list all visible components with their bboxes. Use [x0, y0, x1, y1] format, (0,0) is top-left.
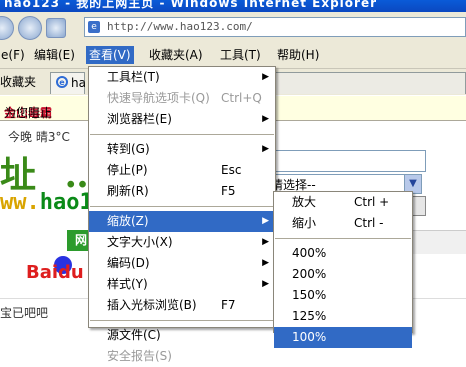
view-menu-item-label: 编码(D)	[107, 256, 150, 270]
logo-name: hao1	[39, 190, 93, 215]
view-menu-item-label: 停止(P)	[107, 163, 148, 177]
logo-prefix: ww.	[0, 190, 40, 215]
zoom-menu-item-label: 125%	[292, 309, 327, 323]
zoom-menu-item-label: 100%	[292, 330, 327, 344]
window-title: hao123 - 我的上网主页 - Windows Internet Explo…	[4, 0, 377, 10]
address-toolbar: e http://www.hao123.com/	[0, 12, 466, 43]
submenu-arrow-icon: ▶	[262, 258, 269, 268]
zoom-menu-item[interactable]: 400%	[274, 243, 412, 264]
menu-separator	[275, 238, 411, 239]
submenu-arrow-icon: ▶	[262, 144, 269, 154]
view-menu-item[interactable]: 缩放(Z) ▶	[89, 211, 275, 232]
zoom-menu-item[interactable]: 放大 Ctrl +	[274, 192, 412, 213]
zoom-menu-item-shortcut: Ctrl +	[354, 195, 390, 209]
view-menu-item-label: 文字大小(X)	[107, 235, 173, 249]
view-menu-item-label: 源文件(C)	[107, 328, 161, 342]
view-menu-item[interactable]: 编码(D) ▶	[89, 253, 275, 274]
menu-tools[interactable]: 工具(T)	[217, 46, 264, 64]
menu-file[interactable]: e(F)	[0, 46, 28, 64]
ie-icon: e	[56, 76, 68, 88]
menu-help[interactable]: 帮助(H)	[274, 46, 322, 64]
window-title-bar: hao123 - 我的上网主页 - Windows Internet Explo…	[0, 0, 466, 12]
back-button[interactable]	[0, 16, 14, 40]
view-menu-item[interactable]: 样式(Y) ▶	[89, 274, 275, 295]
zoom-menu-item-label: 200%	[292, 267, 327, 281]
view-menu-item-label: 工具栏(T)	[107, 70, 160, 84]
menu-favorites[interactable]: 收藏夹(A)	[146, 46, 206, 64]
hao123-logo: ww.hao1	[0, 190, 93, 215]
menu-separator	[90, 320, 274, 321]
zoom-menu-item[interactable]: 缩小 Ctrl -	[274, 213, 412, 234]
view-menu-item[interactable]: 停止(P) Esc	[89, 160, 275, 181]
tab-label: ha	[71, 76, 86, 90]
zoom-menu-item-label: 400%	[292, 246, 327, 260]
view-menu-item-shortcut: Ctrl+Q	[221, 91, 262, 105]
zoom-menu-item-label: 缩小	[292, 216, 317, 230]
view-menu-item-label: 样式(Y)	[107, 277, 148, 291]
view-menu-item-label: 缩放(Z)	[107, 214, 149, 228]
view-menu-item-shortcut: Esc	[221, 163, 242, 177]
view-menu-item: 安全报告(S)	[89, 346, 275, 367]
zoom-menu-item[interactable]: 150%	[274, 285, 412, 306]
menu-separator	[90, 206, 274, 207]
address-input[interactable]: e http://www.hao123.com/	[84, 17, 466, 37]
view-menu-item[interactable]: 源文件(C)	[89, 325, 275, 346]
search-input[interactable]	[268, 150, 426, 172]
address-url: http://www.hao123.com/	[107, 20, 253, 33]
submenu-arrow-icon: ▶	[262, 237, 269, 247]
menu-separator	[90, 134, 274, 135]
submenu-arrow-icon: ▶	[262, 114, 269, 124]
weather-text: 今晚 晴3°C	[8, 130, 70, 144]
view-menu-item: 快速导航选项卡(Q) Ctrl+Q	[89, 88, 275, 109]
page-icon: e	[88, 21, 100, 33]
view-menu: 工具栏(T) ▶ 快速导航选项卡(Q) Ctrl+Q 浏览器栏(E) ▶ 转到(G) ▶ 停止(…	[88, 66, 276, 363]
view-menu-item[interactable]: 文字大小(X) ▶	[89, 232, 275, 253]
view-menu-item-label: 快速导航选项卡(Q)	[107, 91, 210, 105]
view-menu-item-label: 安全报告(S)	[107, 349, 172, 363]
tab-new[interactable]	[275, 72, 466, 94]
gray-strip	[410, 230, 466, 254]
view-menu-item-shortcut: F5	[221, 184, 236, 198]
menu-view[interactable]: 查看(V)	[86, 46, 134, 64]
zoom-menu-item-label: 150%	[292, 288, 327, 302]
view-menu-item-shortcut: F7	[221, 298, 236, 312]
zoom-submenu: 放大 Ctrl + 缩小 Ctrl - 400% 200% 150% 125% 100%	[273, 191, 413, 348]
view-menu-item[interactable]: 浏览器栏(E) ▶	[89, 109, 275, 130]
tab-hao123[interactable]: e ha	[50, 72, 86, 94]
view-menu-item-label: 转到(G)	[107, 142, 150, 156]
zoom-menu-item[interactable]: 125%	[274, 306, 412, 327]
view-menu-item[interactable]: 工具栏(T) ▶	[89, 67, 275, 88]
view-menu-item[interactable]: 刷新(R) F5	[89, 181, 275, 202]
favorites-button[interactable]: 收藏夹	[0, 73, 36, 91]
zoom-menu-item[interactable]: 200%	[274, 264, 412, 285]
recent-pages-button[interactable]	[46, 18, 66, 38]
zoom-menu-item-shortcut: Ctrl -	[354, 216, 384, 230]
view-menu-item[interactable]: 转到(G) ▶	[89, 139, 275, 160]
view-menu-item-label: 浏览器栏(E)	[107, 112, 172, 126]
baidu-logo[interactable]: Baidu	[26, 262, 84, 283]
submenu-arrow-icon: ▶	[262, 279, 269, 289]
submenu-arrow-icon: ▶	[262, 72, 269, 82]
view-menu-item-label: 插入光标浏览(B)	[107, 298, 197, 312]
menu-edit[interactable]: 编辑(E)	[31, 46, 78, 64]
submenu-arrow-icon: ▶	[262, 216, 269, 226]
view-menu-item[interactable]: 插入光标浏览(B) F7	[89, 295, 275, 316]
zoom-menu-item[interactable]: 100%	[274, 327, 412, 348]
zoom-menu-item-label: 放大	[292, 195, 317, 209]
forward-button[interactable]	[18, 16, 42, 40]
view-menu-item-label: 刷新(R)	[107, 184, 149, 198]
info-text: 为您阻止	[4, 106, 53, 120]
bottom-link-text[interactable]: 宝已吧吧	[0, 304, 48, 321]
